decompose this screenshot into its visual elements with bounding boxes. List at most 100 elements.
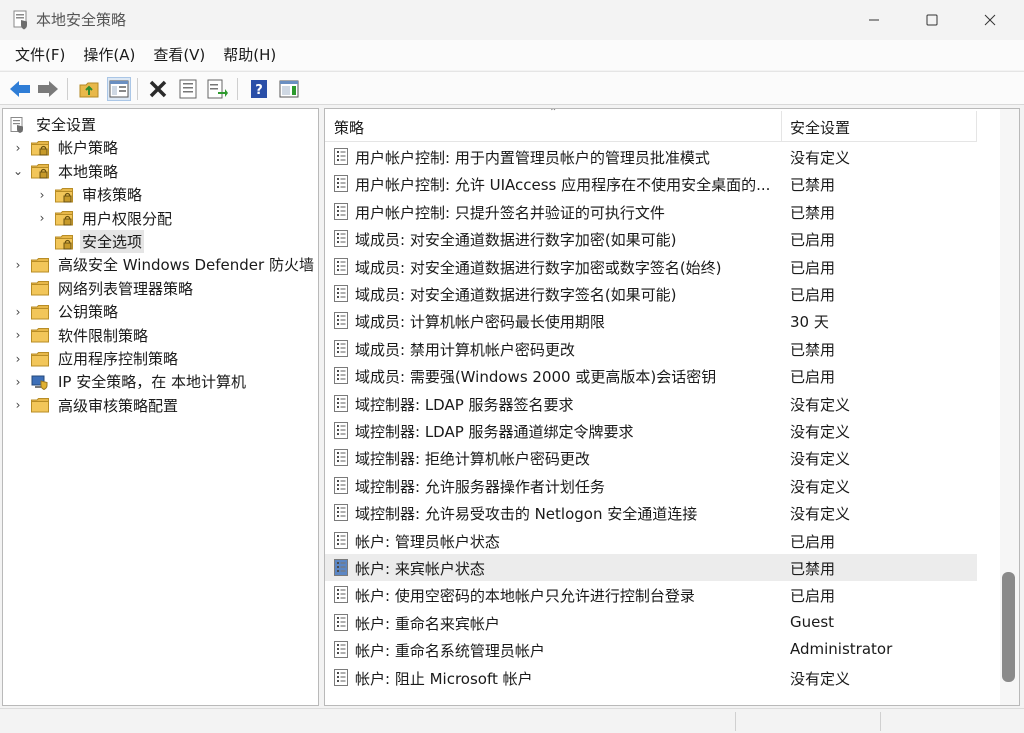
tree-item-label: IP 安全策略，在 本地计算机 — [58, 373, 247, 392]
table-row[interactable]: 用户帐户控制: 允许 UIAccess 应用程序在不使用安全桌面的... 已禁用 — [325, 170, 977, 197]
chevron-right-icon[interactable]: › — [11, 398, 25, 412]
menu-view[interactable]: 查看(V) — [146, 40, 212, 70]
status-bar — [0, 708, 1024, 733]
table-row[interactable]: 帐户: 管理员帐户状态 已启用 — [325, 527, 977, 554]
title-bar: 本地安全策略 — [0, 0, 1024, 40]
table-row[interactable]: 域控制器: 允许易受攻击的 Netlogon 安全通道连接 没有定义 — [325, 499, 977, 526]
show-hide-action-pane-button[interactable] — [277, 77, 301, 101]
table-row[interactable]: 帐户: 来宾帐户状态 已禁用 — [325, 554, 977, 582]
maximize-button[interactable] — [904, 0, 960, 40]
menu-bar: 文件(F) 操作(A) 查看(V) 帮助(H) — [0, 40, 1024, 70]
chevron-down-icon[interactable]: ⌄ — [11, 164, 25, 178]
tree-item-label: 软件限制策略 — [58, 326, 149, 345]
tree-item[interactable]: › 帐户策略 — [11, 136, 120, 159]
security-setting-value: 已启用 — [790, 532, 836, 551]
properties-button[interactable] — [176, 77, 200, 101]
policy-name: 域控制器: LDAP 服务器通道绑定令牌要求 — [355, 423, 634, 441]
tree-item[interactable]: › 应用程序控制策略 — [11, 347, 180, 370]
tree-item[interactable]: 网络列表管理器策略 — [11, 277, 195, 300]
scrollbar-thumb[interactable] — [1002, 572, 1015, 682]
table-row[interactable]: 域控制器: LDAP 服务器签名要求 没有定义 — [325, 390, 977, 417]
forward-button[interactable] — [36, 77, 60, 101]
tree-item[interactable]: › 高级安全 Windows Defender 防火墙 — [11, 253, 316, 276]
policy-name: 域成员: 计算机帐户密码最长使用期限 — [355, 313, 605, 332]
chevron-right-icon[interactable]: › — [11, 352, 25, 366]
menu-help[interactable]: 帮助(H) — [216, 40, 283, 70]
tree-item[interactable]: › 公钥策略 — [11, 300, 120, 323]
policy-name: 用户帐户控制: 只提升签名并验证的可执行文件 — [355, 203, 665, 222]
policy-name: 帐户: 来宾帐户状态 — [355, 560, 485, 578]
tree-item[interactable]: › IP 安全策略，在 本地计算机 — [11, 370, 248, 393]
table-row[interactable]: 域成员: 对安全通道数据进行数字签名(如果可能) 已启用 — [325, 280, 977, 307]
svg-text:?: ? — [255, 83, 263, 98]
chevron-right-icon[interactable]: › — [11, 375, 25, 389]
column-divider[interactable] — [976, 111, 977, 141]
security-setting-value: 已启用 — [790, 587, 836, 606]
table-row[interactable]: 帐户: 使用空密码的本地帐户只允许进行控制台登录 已启用 — [325, 581, 977, 608]
tree-item[interactable]: › 软件限制策略 — [11, 324, 150, 347]
policy-name: 域控制器: LDAP 服务器签名要求 — [355, 395, 574, 414]
tree-item-label: 本地策略 — [58, 162, 119, 181]
tree-item[interactable]: 安全设置 — [9, 113, 98, 136]
table-row[interactable]: 用户帐户控制: 只提升签名并验证的可执行文件 已禁用 — [325, 198, 977, 225]
tree-item[interactable]: ⌄ 本地策略 — [11, 160, 120, 183]
chevron-right-icon[interactable]: › — [11, 305, 25, 319]
column-divider[interactable] — [781, 111, 782, 141]
tree-item[interactable]: › 用户权限分配 — [35, 207, 174, 230]
help-button[interactable]: ? — [247, 77, 271, 101]
column-header-security-setting[interactable]: 安全设置 — [790, 109, 850, 142]
policy-setting-icon — [334, 312, 348, 330]
table-row[interactable]: 帐户: 重命名系统管理员帐户 Administrator — [325, 636, 977, 663]
table-row[interactable]: 域控制器: LDAP 服务器通道绑定令牌要求 没有定义 — [325, 417, 977, 444]
table-row[interactable]: 域成员: 对安全通道数据进行数字加密或数字签名(始终) 已启用 — [325, 253, 977, 280]
security-setting-value: 已启用 — [790, 368, 836, 387]
menu-file[interactable]: 文件(F) — [8, 40, 72, 70]
minimize-icon — [869, 19, 879, 21]
chevron-right-icon[interactable]: › — [35, 188, 49, 202]
chevron-right-icon[interactable]: › — [11, 328, 25, 342]
table-row[interactable]: 帐户: 阻止 Microsoft 帐户 没有定义 — [325, 664, 977, 691]
table-row[interactable]: 域控制器: 允许服务器操作者计划任务 没有定义 — [325, 472, 977, 499]
column-header-policy[interactable]: 策略 — [334, 109, 364, 142]
policy-name: 用户帐户控制: 用于内置管理员帐户的管理员批准模式 — [355, 149, 710, 167]
toolbar-separator — [67, 78, 68, 100]
table-row[interactable]: 用户帐户控制: 用于内置管理员帐户的管理员批准模式 没有定义 — [325, 143, 977, 170]
table-row[interactable]: 域成员: 计算机帐户密码最长使用期限 30 天 — [325, 307, 977, 334]
tree-item[interactable]: › 审核策略 — [35, 183, 144, 206]
security-setting-value: 已禁用 — [790, 560, 836, 578]
folder-icon — [31, 304, 49, 320]
table-row[interactable]: 域控制器: 拒绝计算机帐户密码更改 没有定义 — [325, 444, 977, 471]
menu-action[interactable]: 操作(A) — [76, 40, 142, 70]
close-button[interactable] — [962, 0, 1018, 40]
policy-name: 帐户: 重命名来宾帐户 — [355, 614, 500, 633]
security-setting-value: 已禁用 — [790, 340, 836, 359]
show-hide-console-tree-button[interactable] — [107, 77, 131, 101]
tree-item-label: 审核策略 — [82, 186, 143, 205]
table-row[interactable]: 域成员: 禁用计算机帐户密码更改 已禁用 — [325, 335, 977, 362]
minimize-button[interactable] — [846, 0, 902, 40]
folder-lock-icon — [55, 211, 73, 226]
folder-icon — [31, 328, 49, 343]
chevron-right-icon[interactable]: › — [11, 141, 25, 155]
table-row[interactable]: 帐户: 重命名来宾帐户 Guest — [325, 609, 977, 636]
up-folder-icon — [79, 82, 99, 98]
folder-icon — [31, 257, 49, 273]
tree-item-label: 公钥策略 — [58, 303, 119, 322]
tree-item[interactable]: 安全选项 — [35, 230, 145, 253]
policy-name: 域成员: 对安全通道数据进行数字签名(如果可能) — [355, 286, 677, 304]
export-list-button[interactable] — [206, 77, 230, 101]
policy-name: 域成员: 对安全通道数据进行数字加密(如果可能) — [355, 231, 677, 250]
chevron-right-icon[interactable]: › — [35, 211, 49, 225]
window-title: 本地安全策略 — [36, 11, 127, 29]
policy-setting-icon — [334, 641, 348, 659]
tree-item[interactable]: › 高级审核策略配置 — [11, 394, 180, 417]
policy-setting-icon — [334, 148, 348, 165]
vertical-scrollbar[interactable] — [1000, 109, 1019, 705]
table-row[interactable]: 域成员: 需要强(Windows 2000 或更高版本)会话密钥 已启用 — [325, 362, 977, 389]
back-button[interactable] — [8, 77, 32, 101]
up-one-level-button[interactable] — [77, 77, 101, 101]
table-row[interactable]: 域成员: 对安全通道数据进行数字加密(如果可能) 已启用 — [325, 225, 977, 252]
delete-button[interactable] — [146, 77, 170, 101]
chevron-right-icon[interactable]: › — [11, 258, 25, 272]
export-list-icon — [207, 79, 228, 99]
